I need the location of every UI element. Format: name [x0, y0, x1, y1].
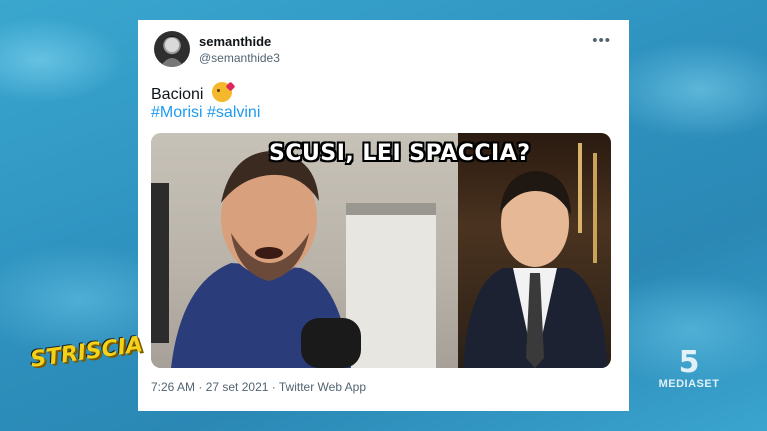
tweet-text: Bacioni [151, 82, 232, 104]
tweet-timestamp[interactable]: 7:26 AM · 27 set 2021 · Twitter Web App [151, 380, 366, 394]
hashtag-salvini[interactable]: #salvini [207, 104, 260, 121]
channel-number: 5 [678, 345, 700, 380]
tweet-text-content: Bacioni [151, 86, 204, 103]
more-horizontal-icon[interactable]: ••• [592, 32, 611, 49]
kiss-emoji-icon [211, 82, 232, 102]
user-handle[interactable]: @semanthide3 [199, 51, 280, 65]
meme-caption: SCUSI, LEI SPACCIA? [269, 141, 531, 166]
media-right-photo [458, 133, 611, 368]
hashtags: #Morisi #salvini [151, 104, 260, 122]
striscia-logo: STRISCIA [28, 332, 145, 373]
channel-name: MEDIASET [658, 378, 720, 390]
media-left-photo [151, 133, 458, 368]
hashtag-morisi[interactable]: #Morisi [151, 104, 203, 121]
tweet-card: semanthide @semanthide3 ••• Bacioni #Mor… [138, 20, 629, 411]
display-name[interactable]: semanthide [199, 34, 271, 49]
tweet-media-image[interactable]: SCUSI, LEI SPACCIA? [151, 133, 611, 368]
canale5-logo: 5 MEDIASET [654, 348, 724, 398]
avatar[interactable] [154, 31, 190, 67]
